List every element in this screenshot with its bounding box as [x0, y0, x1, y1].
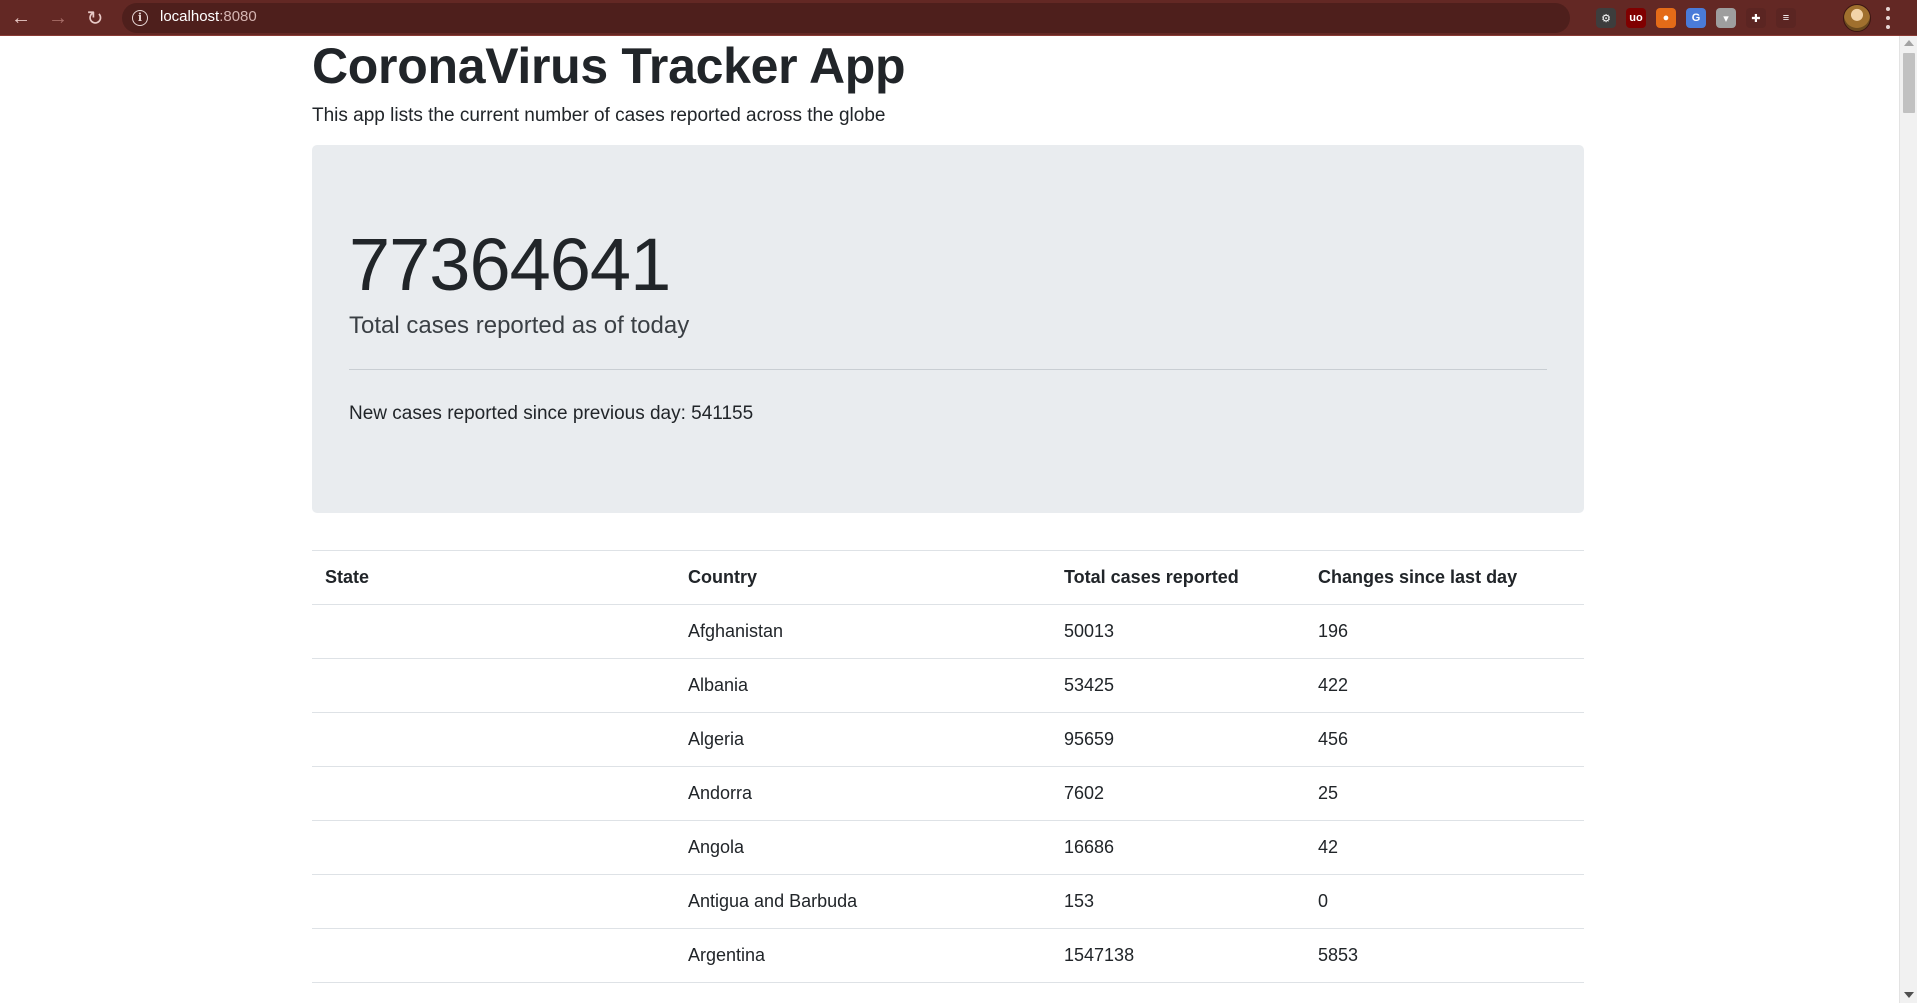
cell-state	[312, 712, 675, 767]
cell-change: 0	[1305, 874, 1584, 929]
cell-change: 25	[1305, 766, 1584, 821]
forward-arrow-icon[interactable]: →	[44, 4, 72, 32]
new-cases-text: New cases reported since previous day: 5…	[349, 403, 754, 424]
summary-divider	[349, 369, 1547, 370]
cell-total-cases: 1547138	[1051, 928, 1305, 983]
cell-total-cases: 153	[1051, 874, 1305, 929]
puzzle-extensions-icon[interactable]: ✚	[1746, 8, 1766, 28]
cell-total-cases: 53425	[1051, 658, 1305, 713]
cell-change: 456	[1305, 712, 1584, 767]
cell-country: Algeria	[675, 712, 1051, 767]
site-info-icon[interactable]: i	[132, 10, 148, 26]
table-row: Angola 16686 42	[312, 820, 1584, 875]
reload-icon[interactable]: ↻	[81, 4, 109, 32]
page-scrollbar[interactable]	[1899, 36, 1917, 1003]
total-cases-label: Total cases reported as of today	[349, 312, 690, 339]
scroll-up-arrow-icon[interactable]	[1904, 40, 1914, 46]
cell-country: Argentina	[675, 928, 1051, 983]
header-state: State	[312, 550, 675, 605]
address-bar[interactable]: i localhost:8080 ☆	[122, 3, 1677, 33]
scrollbar-thumb[interactable]	[1903, 53, 1915, 113]
table-row: Antigua and Barbuda 153 0	[312, 874, 1584, 929]
cell-total-cases: 95659	[1051, 712, 1305, 767]
browser-toolbar: ← → ↻ i localhost:8080 ☆ ⚙ uo ● G ▾ ✚ ≡	[0, 0, 1917, 36]
back-arrow-icon[interactable]: ←	[7, 4, 35, 32]
cell-change: 422	[1305, 658, 1584, 713]
cell-state	[312, 658, 675, 713]
summary-panel: 77364641 Total cases reported as of toda…	[312, 145, 1584, 513]
table-row: Argentina 1547138 5853	[312, 928, 1584, 983]
url-port: :8080	[219, 8, 257, 25]
table-row: Afghanistan 50013 196	[312, 604, 1584, 659]
cell-state	[312, 928, 675, 983]
cases-table: State Country Total cases reported Chang…	[312, 550, 1584, 983]
cell-change: 196	[1305, 604, 1584, 659]
cell-total-cases: 16686	[1051, 820, 1305, 875]
page-subtitle: This app lists the current number of cas…	[312, 105, 886, 126]
cell-total-cases: 7602	[1051, 766, 1305, 821]
browser-menu-icon[interactable]	[1884, 7, 1892, 29]
gear-extension-icon[interactable]: ⚙	[1596, 8, 1616, 28]
cell-country: Angola	[675, 820, 1051, 875]
cell-state	[312, 766, 675, 821]
bucket-extension-icon[interactable]: ▾	[1716, 8, 1736, 28]
ublock-extension-icon[interactable]: uo	[1626, 8, 1646, 28]
header-changes: Changes since last day	[1305, 550, 1584, 605]
cell-country: Afghanistan	[675, 604, 1051, 659]
header-country: Country	[675, 550, 1051, 605]
cell-country: Albania	[675, 658, 1051, 713]
profile-avatar[interactable]	[1843, 4, 1871, 32]
page-title: CoronaVirus Tracker App	[312, 38, 906, 94]
table-header-row: State Country Total cases reported Chang…	[312, 550, 1584, 605]
table-row: Albania 53425 422	[312, 658, 1584, 713]
cell-total-cases: 50013	[1051, 604, 1305, 659]
total-cases-value: 77364641	[349, 223, 671, 306]
cell-country: Andorra	[675, 766, 1051, 821]
fox-extension-icon[interactable]: ●	[1656, 8, 1676, 28]
scroll-down-arrow-icon[interactable]	[1904, 992, 1914, 998]
cell-state	[312, 874, 675, 929]
table-row: Andorra 7602 25	[312, 766, 1584, 821]
cell-change: 42	[1305, 820, 1584, 875]
header-total-cases: Total cases reported	[1051, 550, 1305, 605]
media-queue-icon[interactable]: ≡	[1776, 8, 1796, 28]
cell-state	[312, 604, 675, 659]
cell-country: Antigua and Barbuda	[675, 874, 1051, 929]
url-host: localhost	[160, 8, 220, 25]
address-url[interactable]: localhost:8080	[160, 8, 257, 25]
cell-change: 5853	[1305, 928, 1584, 983]
main-container: CoronaVirus Tracker App This app lists t…	[312, 36, 1584, 983]
translate-extension-icon[interactable]: G	[1686, 8, 1706, 28]
cell-state	[312, 820, 675, 875]
table-row: Algeria 95659 456	[312, 712, 1584, 767]
